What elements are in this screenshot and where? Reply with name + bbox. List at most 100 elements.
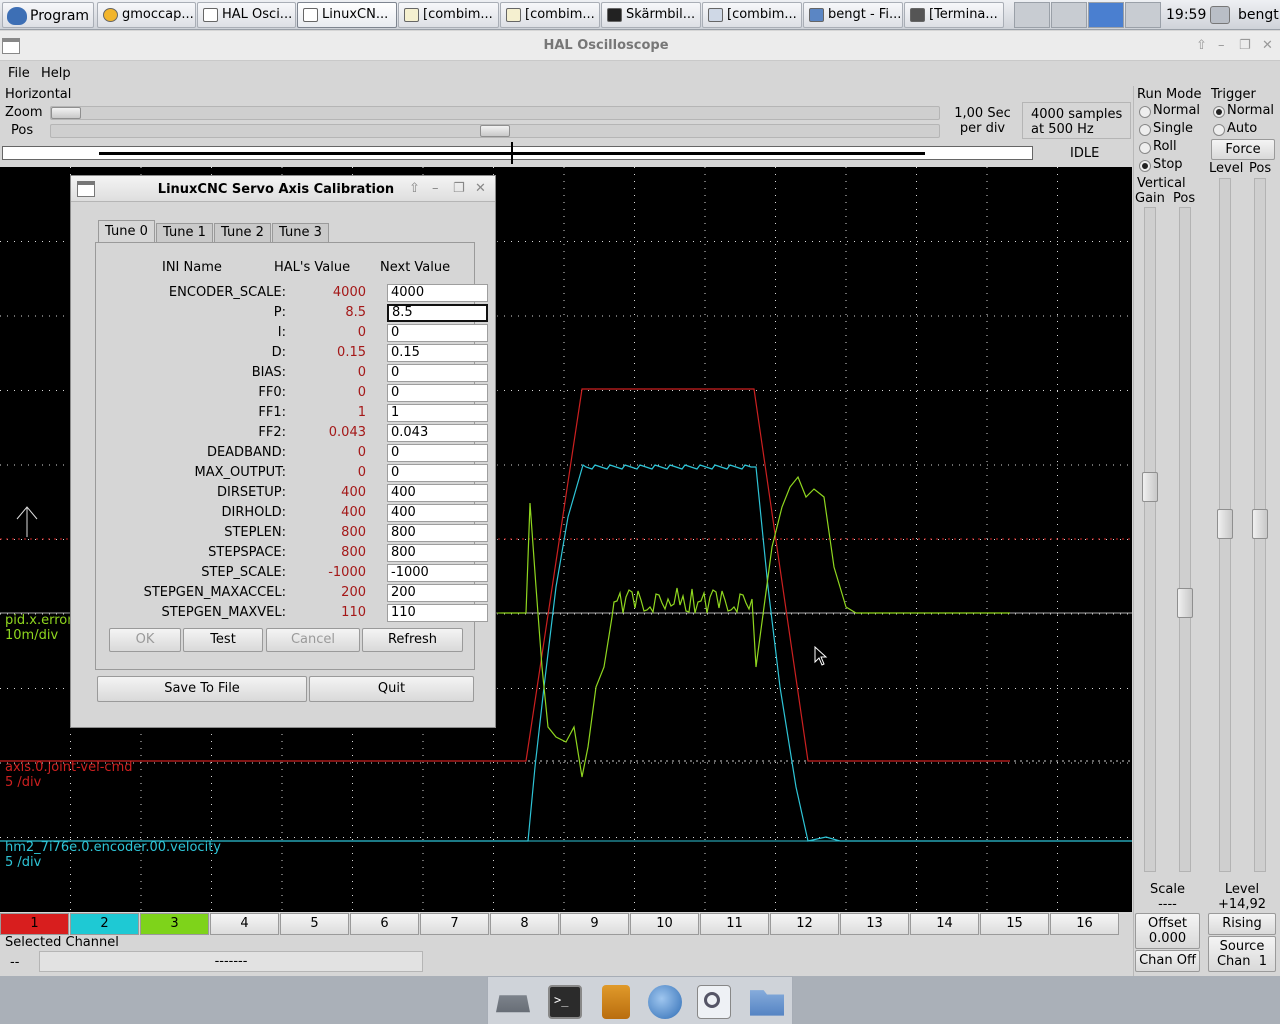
task-combim-1[interactable]: [combim... bbox=[398, 2, 499, 28]
tab-tune-2[interactable]: Tune 2 bbox=[214, 223, 271, 243]
program-menu-button[interactable]: Program bbox=[2, 2, 94, 28]
param-next-value-input[interactable]: 200 bbox=[387, 584, 488, 602]
param-next-value-input[interactable]: 800 bbox=[387, 524, 488, 542]
workspace-2[interactable] bbox=[1051, 2, 1087, 28]
trigger-auto[interactable]: Auto bbox=[1211, 121, 1257, 136]
zoom-slider-thumb[interactable] bbox=[51, 107, 81, 119]
channel-button-12[interactable]: 12 bbox=[770, 913, 839, 935]
zoom-slider[interactable] bbox=[50, 106, 940, 120]
trigger-normal[interactable]: Normal bbox=[1211, 103, 1274, 118]
offset-button[interactable]: Offset 0.000 bbox=[1135, 913, 1200, 949]
param-next-value-input[interactable]: 0.15 bbox=[387, 344, 488, 362]
search-icon[interactable] bbox=[697, 985, 731, 1019]
task-combim-2[interactable]: [combim... bbox=[500, 2, 600, 28]
pos-slider-thumb[interactable] bbox=[480, 125, 510, 137]
channel-button-13[interactable]: 13 bbox=[840, 913, 909, 935]
param-next-value-input[interactable]: 800 bbox=[387, 544, 488, 562]
maximize-icon[interactable]: ❐ bbox=[1239, 38, 1251, 53]
dialog-shade-icon[interactable]: ⇧ bbox=[409, 181, 420, 196]
channel-button-15[interactable]: 15 bbox=[980, 913, 1049, 935]
trigger-level-slider-thumb[interactable] bbox=[1217, 509, 1233, 539]
ok-button[interactable]: OK bbox=[109, 628, 181, 652]
menu-file[interactable]: File bbox=[8, 66, 30, 81]
param-next-value-input[interactable]: 0 bbox=[387, 464, 488, 482]
param-next-value-input[interactable]: 1 bbox=[387, 404, 488, 422]
gain-slider-thumb[interactable] bbox=[1142, 472, 1158, 502]
close-icon[interactable]: ✕ bbox=[1262, 38, 1273, 53]
task-linuxcnc[interactable]: LinuxCN... bbox=[297, 2, 397, 28]
drive-icon[interactable] bbox=[496, 995, 530, 1013]
dialog-close-icon[interactable]: ✕ bbox=[475, 181, 486, 196]
param-next-value-input[interactable]: 0 bbox=[387, 324, 488, 342]
chan-off-button[interactable]: Chan Off bbox=[1135, 950, 1200, 972]
terminal-icon[interactable]: >_ bbox=[548, 985, 582, 1019]
dialog-maximize-icon[interactable]: ❐ bbox=[453, 181, 465, 196]
param-next-value-input[interactable]: -1000 bbox=[387, 564, 488, 582]
run-mode-stop[interactable]: Stop bbox=[1137, 157, 1183, 172]
tab-tune-0[interactable]: Tune 0 bbox=[98, 220, 155, 244]
channel-button-5[interactable]: 5 bbox=[280, 913, 349, 935]
task-gmoccapy[interactable]: gmoccap... bbox=[97, 2, 196, 28]
workspace-1[interactable] bbox=[1014, 2, 1050, 28]
run-mode-roll[interactable]: Roll bbox=[1137, 139, 1177, 154]
channel-button-9[interactable]: 9 bbox=[560, 913, 629, 935]
record-position-bar[interactable] bbox=[2, 142, 1033, 164]
param-next-value-input[interactable]: 0.043 bbox=[387, 424, 488, 442]
channel-button-16[interactable]: 16 bbox=[1050, 913, 1119, 935]
shade-icon[interactable]: ⇧ bbox=[1196, 38, 1207, 53]
clock[interactable]: 19:59 bbox=[1166, 0, 1206, 30]
user-name[interactable]: bengt bbox=[1238, 0, 1279, 30]
gain-slider[interactable] bbox=[1142, 207, 1158, 872]
force-button[interactable]: Force bbox=[1211, 139, 1275, 160]
channel-button-6[interactable]: 6 bbox=[350, 913, 419, 935]
channel-button-10[interactable]: 10 bbox=[630, 913, 699, 935]
selected-channel-name[interactable]: ------- bbox=[39, 951, 423, 972]
vertical-pos-slider[interactable] bbox=[1177, 207, 1193, 872]
network-icon[interactable] bbox=[1210, 6, 1230, 24]
channel-button-11[interactable]: 11 bbox=[700, 913, 769, 935]
channel-button-8[interactable]: 8 bbox=[490, 913, 559, 935]
param-next-value-input[interactable]: 110 bbox=[387, 604, 488, 622]
task-terminal[interactable]: [Termina... bbox=[904, 2, 1004, 28]
workspace-4[interactable] bbox=[1125, 2, 1161, 28]
task-hal-oscilloscope[interactable]: HAL Osci... bbox=[197, 2, 296, 28]
param-next-value-input[interactable]: 0 bbox=[387, 384, 488, 402]
file-cabinet-icon[interactable] bbox=[602, 985, 630, 1019]
channel-button-7[interactable]: 7 bbox=[420, 913, 489, 935]
param-next-value-input[interactable]: 0 bbox=[387, 364, 488, 382]
trigger-pos-slider-thumb[interactable] bbox=[1252, 509, 1268, 539]
menu-help[interactable]: Help bbox=[41, 66, 71, 81]
channel-button-2[interactable]: 2 bbox=[70, 913, 139, 935]
param-next-value-input[interactable]: 4000 bbox=[387, 284, 488, 302]
channel-button-4[interactable]: 4 bbox=[210, 913, 279, 935]
trigger-edge-button[interactable]: Rising bbox=[1208, 913, 1276, 935]
param-next-value-input[interactable]: 8.5 bbox=[387, 304, 488, 322]
refresh-button[interactable]: Refresh bbox=[362, 628, 463, 652]
folder-icon[interactable] bbox=[750, 990, 784, 1016]
run-mode-normal[interactable]: Normal bbox=[1137, 103, 1200, 118]
workspace-3[interactable] bbox=[1088, 2, 1124, 28]
trigger-pos-slider[interactable] bbox=[1252, 178, 1268, 872]
task-file-manager[interactable]: bengt - Fi... bbox=[803, 2, 903, 28]
param-next-value-input[interactable]: 400 bbox=[387, 484, 488, 502]
trigger-source-button[interactable]: Source Chan 1 bbox=[1208, 936, 1276, 972]
task-combim-folder[interactable]: [combim... bbox=[702, 2, 802, 28]
vertical-pos-slider-thumb[interactable] bbox=[1177, 588, 1193, 618]
tab-tune-3[interactable]: Tune 3 bbox=[272, 223, 329, 243]
task-screenshot[interactable]: Skärmbil... bbox=[601, 2, 701, 28]
channel-button-14[interactable]: 14 bbox=[910, 913, 979, 935]
param-next-value-input[interactable]: 0 bbox=[387, 444, 488, 462]
trigger-level-slider[interactable] bbox=[1217, 178, 1233, 872]
pos-slider[interactable] bbox=[50, 124, 940, 138]
tab-tune-1[interactable]: Tune 1 bbox=[156, 223, 213, 243]
cancel-button[interactable]: Cancel bbox=[266, 628, 360, 652]
minimize-icon[interactable]: – bbox=[1218, 38, 1225, 53]
globe-icon[interactable] bbox=[648, 985, 682, 1019]
channel-button-1[interactable]: 1 bbox=[0, 913, 69, 935]
timebase-readout[interactable]: 1,00 Sec per div bbox=[945, 106, 1020, 136]
channel-button-3[interactable]: 3 bbox=[140, 913, 209, 935]
test-button[interactable]: Test bbox=[183, 628, 263, 652]
quit-button[interactable]: Quit bbox=[309, 676, 474, 702]
dialog-minimize-icon[interactable]: – bbox=[432, 181, 439, 196]
save-to-file-button[interactable]: Save To File bbox=[97, 676, 307, 702]
